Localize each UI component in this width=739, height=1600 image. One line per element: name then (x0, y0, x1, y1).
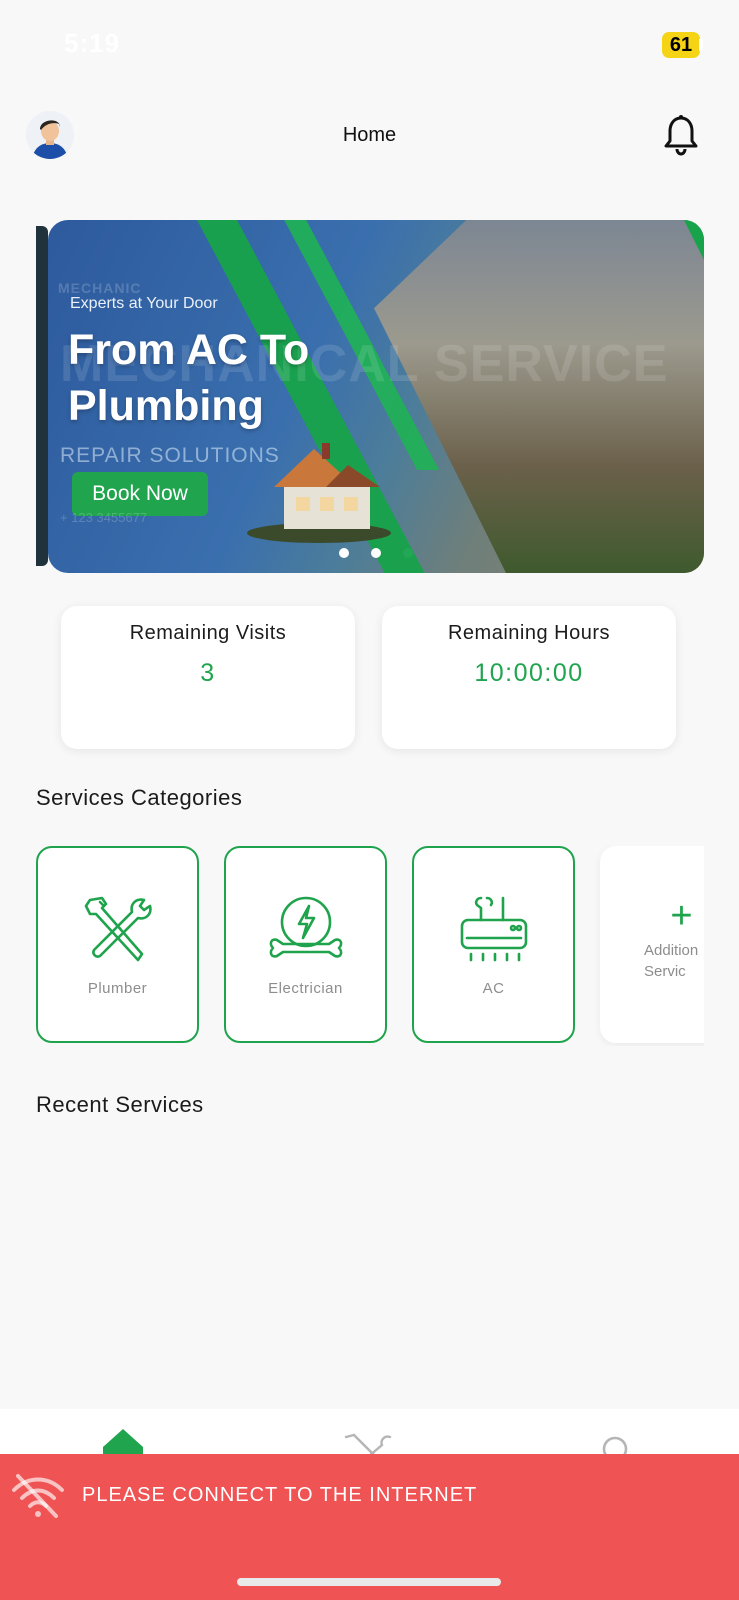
category-label: Plumber (87, 980, 148, 997)
category-additional-services[interactable]: + Addition Servic (600, 846, 704, 1043)
stat-label: Remaining Visits (129, 622, 287, 644)
carousel-dot-active[interactable] (403, 548, 413, 558)
offline-message: PLEASE CONNECT TO THE INTERNET (82, 1484, 478, 1506)
categories-heading: Services Categories (36, 785, 243, 810)
stat-value: 3 (200, 659, 216, 687)
banner-kicker: Experts at Your Door (70, 295, 218, 312)
previous-banner-slide (36, 226, 48, 566)
remaining-hours-card: Remaining Hours 10:00:00 (382, 606, 676, 749)
plumber-tools-icon (84, 896, 152, 962)
home-indicator[interactable] (237, 1578, 501, 1586)
banner-mechanic-text: MECHANIC (58, 280, 142, 296)
wifi-off-icon (12, 1474, 64, 1518)
category-label: AC (482, 980, 505, 997)
house-photo (374, 220, 704, 573)
stat-value: 10:00:00 (474, 659, 584, 687)
bell-icon[interactable] (662, 114, 700, 156)
carousel-dot[interactable] (371, 548, 381, 558)
category-label: Addition Servic (644, 942, 699, 980)
carousel-dots[interactable] (48, 548, 704, 558)
air-conditioner-icon (460, 896, 527, 962)
category-ac[interactable]: AC (412, 846, 575, 1043)
small-house-icon (247, 443, 391, 543)
electrician-icon (269, 896, 342, 958)
category-electrician[interactable]: Electrician (224, 846, 387, 1043)
recent-services-heading: Recent Services (36, 1092, 204, 1117)
status-time: 5:19 (64, 28, 121, 58)
category-plumber[interactable]: Plumber (36, 846, 199, 1043)
banner-phone: + 123 3455677 (60, 510, 148, 525)
carousel-dot[interactable] (339, 548, 349, 558)
plus-icon: + (670, 895, 693, 937)
banner-title: From AC To Plumbing (68, 326, 310, 430)
banner-carousel[interactable]: MECHANIC MECHANICAL SERVICE Experts at Y… (36, 220, 704, 573)
category-label: Electrician (268, 980, 343, 997)
page-title: Home (342, 124, 397, 146)
promo-banner[interactable]: MECHANIC MECHANICAL SERVICE Experts at Y… (48, 220, 704, 573)
offline-banner: PLEASE CONNECT TO THE INTERNET (0, 1454, 739, 1600)
categories-list[interactable]: Plumber Electrician AC + Addition Servic (36, 846, 704, 1046)
stat-label: Remaining Hours (447, 622, 610, 644)
battery-indicator: 61 (662, 32, 700, 58)
battery-tip (699, 39, 703, 51)
remaining-visits-card: Remaining Visits 3 (61, 606, 355, 749)
